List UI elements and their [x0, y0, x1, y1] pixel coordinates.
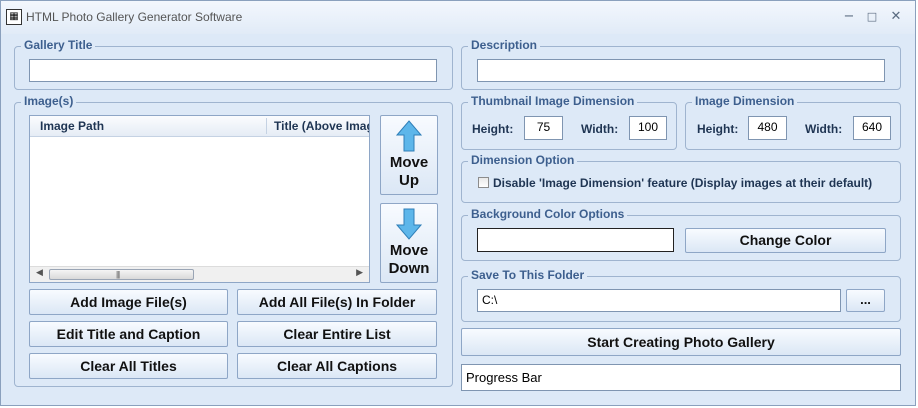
move-up-label-2: Up — [399, 172, 419, 189]
description-legend: Description — [468, 38, 541, 52]
clear-all-titles-button[interactable]: Clear All Titles — [29, 353, 228, 379]
window-title: HTML Photo Gallery Generator Software — [26, 10, 243, 24]
image-height-input[interactable]: 480 — [748, 116, 787, 140]
image-width-input[interactable]: 640 — [853, 116, 891, 140]
column-title[interactable]: Title (Above Image) — [274, 116, 369, 136]
edit-title-caption-button[interactable]: Edit Title and Caption — [29, 321, 228, 347]
image-list-table[interactable]: Image Path Title (Above Image) ◀ ||| ▶ — [29, 115, 370, 283]
scroll-thumb[interactable]: ||| — [49, 269, 194, 280]
add-all-files-folder-button[interactable]: Add All File(s) In Folder — [237, 289, 437, 315]
gallery-title-legend: Gallery Title — [21, 38, 96, 52]
arrow-up-icon — [395, 120, 423, 152]
dimension-option-legend: Dimension Option — [468, 153, 578, 167]
image-dimension-legend: Image Dimension — [692, 94, 798, 108]
scroll-left-icon[interactable]: ◀ — [36, 268, 43, 278]
minimize-button[interactable]: − — [839, 7, 859, 27]
grip-icon: ||| — [116, 270, 120, 279]
add-image-files-button[interactable]: Add Image File(s) — [29, 289, 228, 315]
move-down-label-2: Down — [388, 260, 430, 277]
clear-entire-list-button[interactable]: Clear Entire List — [237, 321, 437, 347]
table-header: Image Path Title (Above Image) — [30, 116, 369, 137]
horizontal-scrollbar[interactable]: ◀ ||| ▶ — [30, 266, 369, 282]
change-color-button[interactable]: Change Color — [685, 228, 886, 253]
image-height-label: Height: — [697, 122, 739, 136]
save-folder-legend: Save To This Folder — [468, 268, 588, 282]
image-width-label: Width: — [805, 122, 843, 136]
move-down-button[interactable]: Move Down — [380, 203, 438, 283]
column-image-path[interactable]: Image Path — [40, 116, 260, 136]
move-down-label-1: Move — [389, 242, 429, 259]
thumb-width-label: Width: — [581, 122, 619, 136]
move-up-label-1: Move — [389, 154, 429, 171]
disable-dimension-label[interactable]: Disable 'Image Dimension' feature (Displ… — [493, 176, 872, 190]
start-creating-gallery-button[interactable]: Start Creating Photo Gallery — [461, 328, 901, 356]
thumb-height-label: Height: — [472, 122, 514, 136]
move-up-button[interactable]: Move Up — [380, 115, 438, 195]
thumbnail-dimension-legend: Thumbnail Image Dimension — [468, 94, 638, 108]
progress-bar-label: Progress Bar — [466, 370, 542, 385]
app-icon: ▦ — [6, 9, 22, 25]
scroll-right-icon[interactable]: ▶ — [356, 268, 363, 278]
main-window: ▦ HTML Photo Gallery Generator Software … — [0, 0, 916, 406]
thumb-width-input[interactable]: 100 — [629, 116, 667, 140]
column-divider[interactable] — [266, 118, 267, 134]
images-legend: Image(s) — [21, 94, 77, 108]
clear-all-captions-button[interactable]: Clear All Captions — [237, 353, 437, 379]
disable-dimension-checkbox[interactable] — [478, 177, 489, 188]
arrow-down-icon — [395, 208, 423, 240]
color-preview-box — [477, 228, 674, 252]
description-input[interactable] — [477, 59, 885, 82]
close-button[interactable]: ✕ — [886, 7, 906, 27]
maximize-button[interactable]: □ — [862, 7, 882, 27]
gallery-title-input[interactable] — [29, 59, 437, 82]
title-bar: ▦ HTML Photo Gallery Generator Software … — [1, 1, 915, 34]
thumb-height-input[interactable]: 75 — [524, 116, 563, 140]
save-folder-input[interactable]: C:\ — [477, 289, 841, 312]
browse-folder-button[interactable]: ... — [846, 289, 885, 312]
background-color-legend: Background Color Options — [468, 207, 628, 221]
progress-bar: Progress Bar — [461, 364, 901, 391]
